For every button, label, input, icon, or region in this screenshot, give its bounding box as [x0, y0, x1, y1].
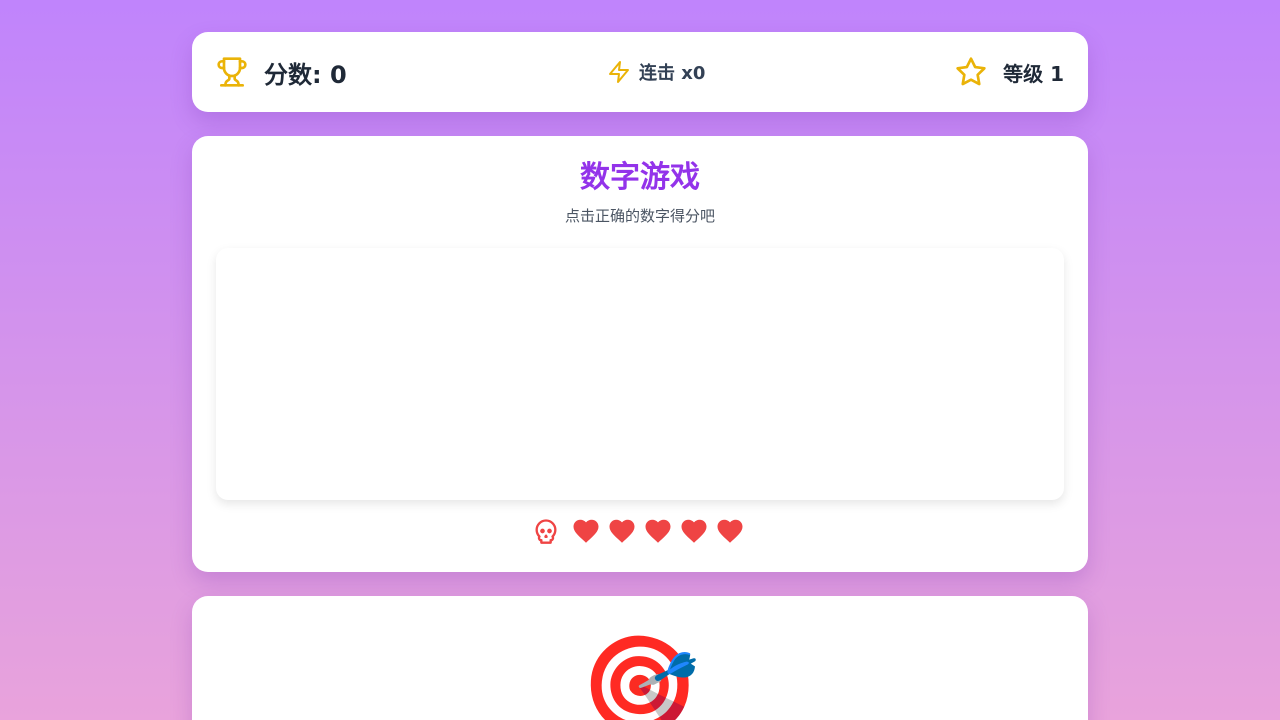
heart-icon [678, 516, 710, 550]
heart-icon [570, 516, 602, 550]
trophy-icon [216, 56, 248, 88]
skull-icon [532, 516, 560, 550]
target-card: 🎯 [192, 596, 1088, 720]
score-stat: 分数: 0 [216, 32, 347, 112]
lives-hearts [568, 516, 748, 550]
game-title: 数字游戏 [580, 160, 700, 195]
combo-stat: 连击 x0 [607, 32, 705, 112]
stats-bar: 分数: 0 连击 x0 等级 1 [192, 32, 1088, 112]
heart-icon [714, 516, 746, 550]
heart-icon [606, 516, 638, 550]
heart-icon [642, 516, 674, 550]
level-label: 等级 1 [1003, 61, 1064, 86]
game-card: 数字游戏 点击正确的数字得分吧 [192, 136, 1088, 572]
combo-label: 连击 x0 [639, 63, 706, 84]
lightning-icon [607, 60, 631, 84]
score-label: 分数: 0 [264, 60, 347, 89]
lives-row [192, 516, 1088, 550]
level-stat: 等级 1 [955, 32, 1064, 112]
target-glyph: 🎯 [580, 629, 700, 720]
play-area[interactable] [216, 248, 1064, 500]
game-subtitle: 点击正确的数字得分吧 [564, 207, 715, 225]
star-icon [955, 56, 987, 88]
